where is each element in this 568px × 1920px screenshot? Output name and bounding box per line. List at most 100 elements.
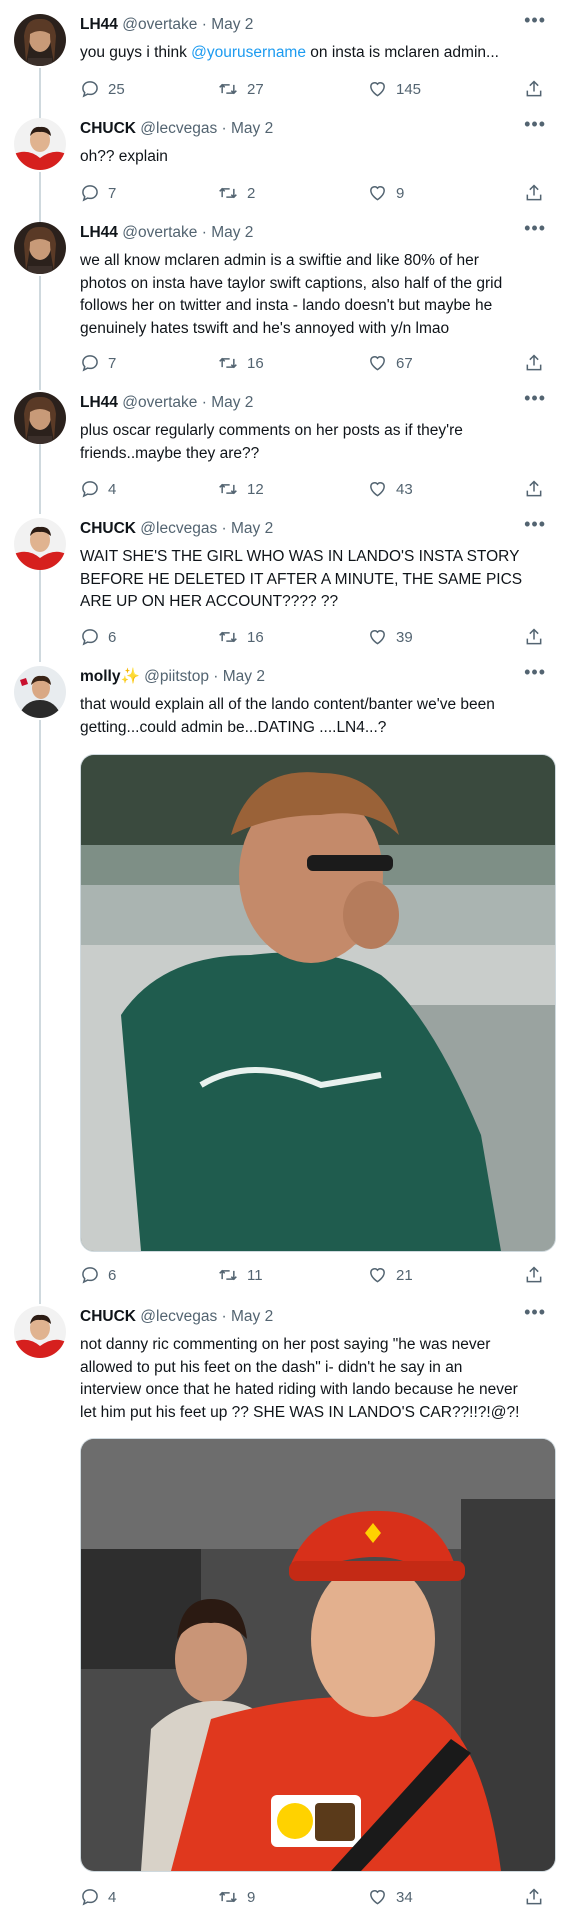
- handle[interactable]: @overtake: [122, 16, 197, 33]
- like-icon: [367, 479, 388, 499]
- tweet[interactable]: CHUCK @lecvegas · May 2 ••• WAIT SHE'S T…: [0, 514, 568, 654]
- retweet-button[interactable]: 16: [217, 352, 264, 374]
- retweet-button[interactable]: 12: [217, 478, 264, 500]
- tweet-header: CHUCK @lecvegas · May 2: [80, 118, 273, 140]
- handle[interactable]: @lecvegas: [140, 120, 217, 137]
- like-button[interactable]: 39: [367, 626, 413, 648]
- tweet-media[interactable]: [80, 754, 556, 1252]
- like-count: 21: [396, 1266, 413, 1284]
- tweet[interactable]: CHUCK @lecvegas · May 2 ••• not danny ri…: [0, 1302, 568, 1916]
- tweet[interactable]: LH44 @overtake · May 2 ••• plus oscar re…: [0, 388, 568, 508]
- display-name[interactable]: LH44: [80, 224, 118, 241]
- more-icon[interactable]: •••: [524, 662, 546, 683]
- reply-button[interactable]: 6: [80, 1264, 116, 1286]
- separator: ·: [221, 1308, 227, 1325]
- like-button[interactable]: 21: [367, 1264, 413, 1286]
- retweet-icon: [217, 1265, 239, 1285]
- separator: ·: [221, 120, 227, 137]
- timestamp[interactable]: May 2: [211, 224, 253, 241]
- share-button[interactable]: [524, 182, 544, 204]
- separator: ·: [213, 668, 219, 685]
- retweet-icon: [217, 79, 239, 99]
- display-name[interactable]: molly: [80, 668, 120, 685]
- tweet-text: not danny ric commenting on her post say…: [80, 1336, 520, 1421]
- like-button[interactable]: 67: [367, 352, 413, 374]
- reply-button[interactable]: 6: [80, 626, 116, 648]
- retweet-count: 27: [247, 80, 264, 98]
- like-icon: [367, 79, 388, 99]
- more-icon[interactable]: •••: [524, 114, 546, 135]
- share-button[interactable]: [524, 78, 544, 100]
- handle[interactable]: @overtake: [122, 224, 197, 241]
- tweet[interactable]: CHUCK @lecvegas · May 2 ••• oh?? explain…: [0, 114, 568, 214]
- avatar[interactable]: [14, 518, 66, 570]
- handle[interactable]: @overtake: [122, 394, 197, 411]
- handle[interactable]: @lecvegas: [140, 1308, 217, 1325]
- avatar[interactable]: [14, 118, 66, 170]
- display-name[interactable]: LH44: [80, 394, 118, 411]
- share-button[interactable]: [524, 352, 544, 374]
- retweet-count: 16: [247, 354, 264, 372]
- retweet-button[interactable]: 16: [217, 626, 264, 648]
- timestamp[interactable]: May 2: [231, 1308, 273, 1325]
- share-button[interactable]: [524, 1264, 544, 1286]
- avatar[interactable]: [14, 666, 66, 718]
- timestamp[interactable]: May 2: [231, 120, 273, 137]
- tweet-header: molly✨ @piitstop · May 2: [80, 666, 265, 688]
- handle[interactable]: @lecvegas: [140, 520, 217, 537]
- reply-button[interactable]: 7: [80, 182, 116, 204]
- avatar[interactable]: [14, 392, 66, 444]
- tweet-media[interactable]: [80, 1438, 556, 1872]
- reply-count: 4: [108, 480, 117, 498]
- reply-button[interactable]: 7: [80, 352, 116, 374]
- media-photo: [81, 755, 555, 1251]
- display-name[interactable]: LH44: [80, 16, 118, 33]
- share-button[interactable]: [524, 1886, 544, 1908]
- tweet-text: we all know mclaren admin is a swiftie a…: [80, 252, 503, 337]
- retweet-button[interactable]: 2: [217, 182, 255, 204]
- share-button[interactable]: [524, 626, 544, 648]
- timestamp[interactable]: May 2: [223, 668, 265, 685]
- tweet-actions: 6 16 39: [80, 626, 548, 648]
- reply-button[interactable]: 4: [80, 478, 116, 500]
- like-button[interactable]: 9: [367, 182, 404, 204]
- tweet-header: LH44 @overtake · May 2: [80, 14, 253, 36]
- display-name[interactable]: CHUCK: [80, 120, 136, 137]
- display-name[interactable]: CHUCK: [80, 520, 136, 537]
- like-button[interactable]: 34: [367, 1886, 413, 1908]
- reply-button[interactable]: 25: [80, 78, 125, 100]
- tweet-header: LH44 @overtake · May 2: [80, 222, 253, 244]
- avatar[interactable]: [14, 14, 66, 66]
- like-button[interactable]: 145: [367, 78, 421, 100]
- retweet-button[interactable]: 27: [217, 78, 264, 100]
- tweet[interactable]: LH44 @overtake · May 2 ••• we all know m…: [0, 218, 568, 384]
- like-button[interactable]: 43: [367, 478, 413, 500]
- more-icon[interactable]: •••: [524, 1302, 546, 1323]
- timestamp[interactable]: May 2: [211, 394, 253, 411]
- share-icon: [524, 79, 544, 99]
- tweet[interactable]: LH44 @overtake · May 2 ••• you guys i th…: [0, 10, 568, 114]
- retweet-count: 2: [247, 184, 256, 202]
- tweet[interactable]: molly✨ @piitstop · May 2 ••• that would …: [0, 662, 568, 1296]
- tweet-actions: 4 12 43: [80, 478, 548, 500]
- retweet-button[interactable]: 9: [217, 1886, 255, 1908]
- retweet-icon: [217, 627, 239, 647]
- more-icon[interactable]: •••: [524, 10, 546, 31]
- share-button[interactable]: [524, 478, 544, 500]
- avatar[interactable]: [14, 1306, 66, 1358]
- reply-button[interactable]: 4: [80, 1886, 116, 1908]
- avatar[interactable]: [14, 222, 66, 274]
- separator: ·: [201, 394, 207, 411]
- more-icon[interactable]: •••: [524, 388, 546, 409]
- timestamp[interactable]: May 2: [211, 16, 253, 33]
- share-icon: [524, 1265, 544, 1285]
- retweet-button[interactable]: 11: [217, 1264, 263, 1286]
- mention-link[interactable]: @yourusername: [191, 44, 306, 61]
- retweet-icon: [217, 183, 239, 203]
- timestamp[interactable]: May 2: [231, 520, 273, 537]
- more-icon[interactable]: •••: [524, 218, 546, 239]
- handle[interactable]: @piitstop: [144, 668, 209, 685]
- like-icon: [367, 1265, 388, 1285]
- more-icon[interactable]: •••: [524, 514, 546, 535]
- display-name[interactable]: CHUCK: [80, 1308, 136, 1325]
